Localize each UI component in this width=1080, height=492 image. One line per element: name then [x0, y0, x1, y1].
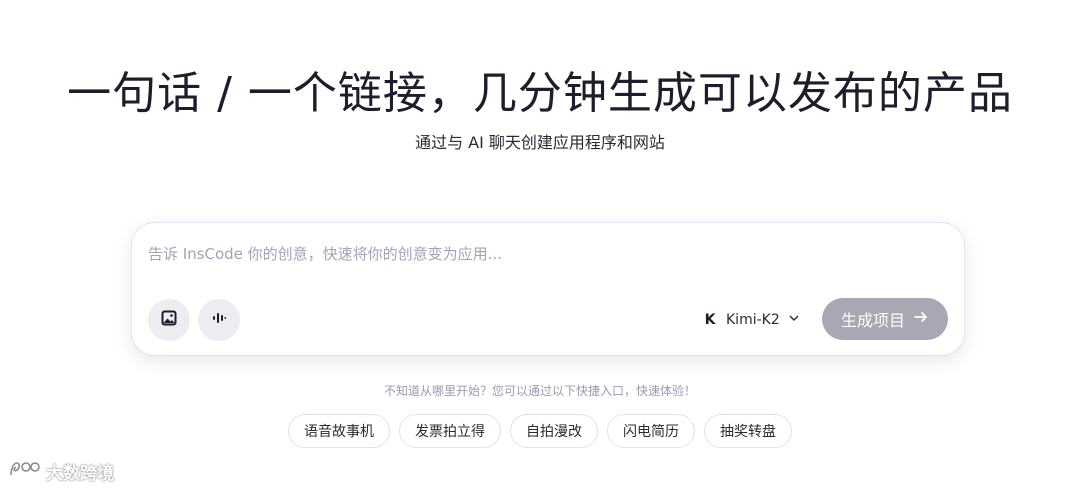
arrow-right-icon [913, 309, 929, 329]
quick-entry-chip[interactable]: 闪电简历 [607, 414, 695, 448]
watermark-logo-icon [8, 459, 42, 484]
generate-label: 生成项目 [840, 311, 905, 330]
prompt-input[interactable] [148, 241, 948, 267]
quick-entry-chip[interactable]: 发票拍立得 [399, 414, 501, 448]
quick-entry-chip[interactable]: 自拍漫改 [510, 414, 598, 448]
quick-entry-hint: 不知道从哪里开始？您可以通过以下快捷入口，快速体验！ [383, 384, 696, 398]
page-title: 一句话 / 一个链接，几分钟生成可以发布的产品 [67, 68, 1013, 119]
generate-project-button[interactable]: 生成项目 [822, 298, 948, 340]
watermark-text: 大数跨境 [46, 463, 114, 484]
image-upload-icon [161, 310, 177, 330]
voice-input-button[interactable] [198, 299, 240, 341]
kimi-logo-icon: K [704, 312, 716, 328]
model-selector[interactable]: K Kimi-K2 [702, 307, 800, 333]
upload-image-button[interactable] [148, 299, 190, 341]
quick-entry-chip[interactable]: 语音故事机 [288, 414, 390, 448]
page: 一句话 / 一个链接，几分钟生成可以发布的产品 通过与 AI 聊天创建应用程序和… [0, 0, 1080, 492]
voice-waveform-icon [211, 310, 227, 330]
quick-entry-chip[interactable]: 抽奖转盘 [704, 414, 792, 448]
quick-entry-list: 语音故事机 发票拍立得 自拍漫改 闪电简历 抽奖转盘 [0, 414, 1080, 448]
chevron-down-icon [788, 312, 800, 328]
prompt-card: K Kimi-K2 生成项目 [131, 222, 965, 356]
page-subtitle: 通过与 AI 聊天创建应用程序和网站 [415, 133, 665, 152]
model-label: Kimi-K2 [726, 312, 780, 328]
watermark: 大数跨境 [8, 458, 114, 484]
